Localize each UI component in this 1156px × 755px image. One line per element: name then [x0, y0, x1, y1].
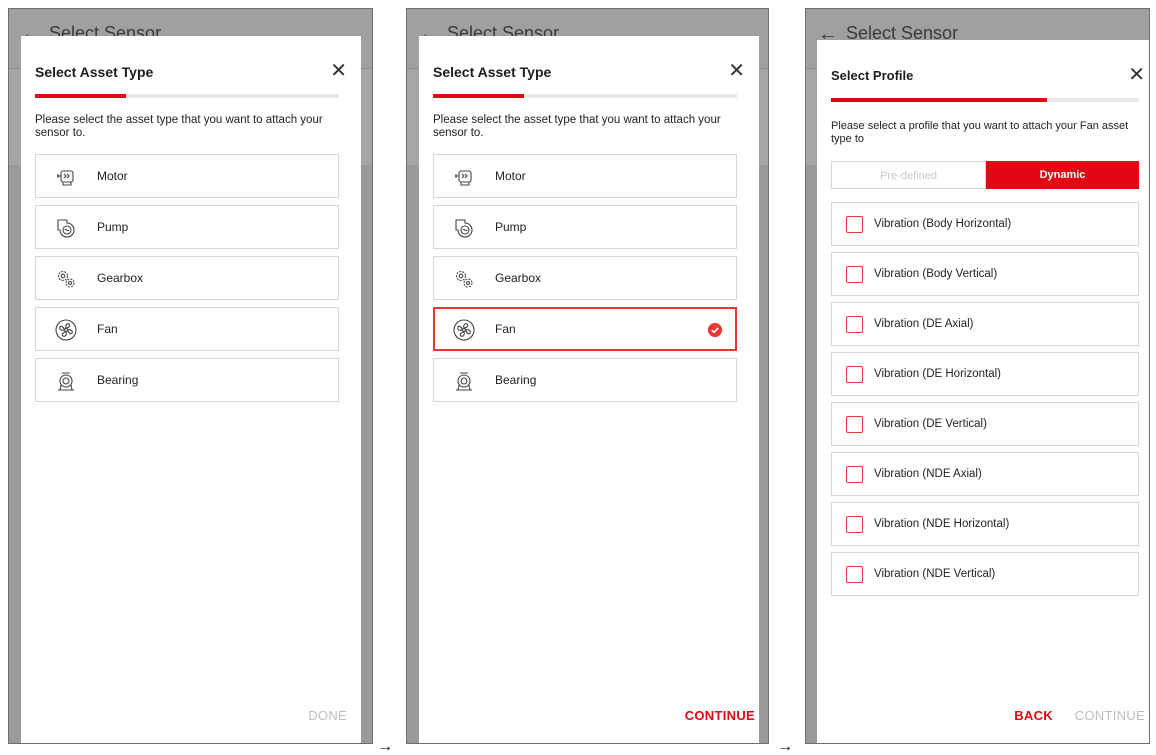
asset-item-label: Pump — [97, 220, 129, 234]
continue-button[interactable]: CONTINUE — [685, 708, 755, 723]
checkbox[interactable] — [846, 216, 863, 233]
profile-item[interactable]: Vibration (NDE Vertical) — [831, 552, 1139, 596]
checkbox[interactable] — [846, 566, 863, 583]
asset-type-dialog: Select Asset Type ✕ Please select the as… — [419, 36, 759, 743]
segment-dynamic[interactable]: Dynamic — [986, 161, 1139, 189]
continue-button[interactable]: CONTINUE — [1075, 708, 1145, 723]
profile-item[interactable]: Vibration (Body Horizontal) — [831, 202, 1139, 246]
profile-label: Vibration (DE Horizontal) — [874, 368, 1001, 380]
profile-item[interactable]: Vibration (DE Axial) — [831, 302, 1139, 346]
check-circle-icon — [708, 323, 722, 337]
step-progress-bar — [35, 94, 339, 98]
asset-item-label: Gearbox — [495, 271, 542, 285]
dialog-prompt: Please select the asset type that you wa… — [433, 114, 721, 139]
pump-icon — [57, 219, 75, 238]
asset-item-label: Bearing — [97, 373, 139, 387]
profile-dialog: Select Profile ✕ Please select a profile… — [817, 40, 1149, 743]
asset-item-motor[interactable]: Motor — [433, 154, 737, 198]
asset-item-motor[interactable]: Motor — [35, 154, 339, 198]
close-icon[interactable]: ✕ — [728, 58, 745, 83]
asset-item-label: Motor — [97, 169, 128, 183]
screen-3: ← Select Sensor Select Profile ✕ Please … — [805, 8, 1150, 744]
checkbox[interactable] — [846, 466, 863, 483]
screen-2: ← Select Sensor Select Asset Type ✕ Plea… — [406, 8, 769, 744]
dialog-prompt: Please select the asset type that you wa… — [35, 114, 323, 139]
motor-icon — [57, 170, 74, 186]
dialog-prompt: Please select a profile that you want to… — [831, 120, 1129, 145]
asset-item-label: Gearbox — [97, 271, 144, 285]
checkbox[interactable] — [846, 366, 863, 383]
progress-fill — [433, 94, 525, 98]
asset-item-label: Bearing — [495, 373, 537, 387]
profile-item[interactable]: Vibration (NDE Horizontal) — [831, 502, 1139, 546]
asset-type-dialog: Select Asset Type ✕ Please select the as… — [21, 36, 361, 743]
done-button[interactable]: DONE — [308, 708, 347, 723]
asset-type-list: Motor Pump Gearbox Fan Bearing — [433, 154, 737, 409]
motor-icon — [455, 170, 472, 186]
profile-label: Vibration (NDE Vertical) — [874, 568, 996, 580]
bearing-icon — [58, 372, 74, 391]
bearing-icon — [456, 372, 472, 391]
dialog-title: Select Profile — [831, 68, 914, 83]
fan-icon — [55, 319, 77, 341]
pump-icon — [455, 219, 473, 238]
flow-arrow: → — [777, 738, 793, 755]
asset-item-label: Fan — [495, 322, 516, 336]
screen-1: ← Select Sensor Select Asset Type ✕ Plea… — [8, 8, 373, 744]
profile-item[interactable]: Vibration (NDE Axial) — [831, 452, 1139, 496]
profile-label: Vibration (Body Vertical) — [874, 268, 998, 280]
profile-label: Vibration (Body Horizontal) — [874, 218, 1012, 230]
asset-item-pump[interactable]: Pump — [433, 205, 737, 249]
asset-item-gearbox[interactable]: Gearbox — [35, 256, 339, 300]
asset-item-label: Pump — [495, 220, 527, 234]
dialog-title: Select Asset Type — [433, 64, 552, 80]
asset-item-bearing[interactable]: Bearing — [433, 358, 737, 402]
profile-label: Vibration (DE Vertical) — [874, 418, 987, 430]
checkbox[interactable] — [846, 316, 863, 333]
profile-label: Vibration (NDE Horizontal) — [874, 518, 1010, 530]
close-icon[interactable]: ✕ — [330, 58, 347, 83]
asset-item-label: Motor — [495, 169, 526, 183]
flow-arrow: → — [377, 738, 393, 755]
asset-item-fan[interactable]: Fan — [433, 307, 737, 351]
gearbox-icon — [455, 270, 473, 288]
fan-icon — [453, 319, 475, 341]
profile-list: Vibration (Body Horizontal) Vibration (B… — [831, 202, 1139, 602]
step-progress-bar — [433, 94, 737, 98]
checkbox[interactable] — [846, 266, 863, 283]
step-progress-bar — [831, 98, 1139, 102]
gearbox-icon — [57, 270, 75, 288]
checkbox[interactable] — [846, 516, 863, 533]
progress-fill — [35, 94, 127, 98]
back-button[interactable]: BACK — [1014, 708, 1053, 723]
profile-type-toggle: Pre-defined Dynamic — [831, 161, 1139, 189]
asset-item-fan[interactable]: Fan — [35, 307, 339, 351]
profile-label: Vibration (NDE Axial) — [874, 468, 982, 480]
dialog-title: Select Asset Type — [35, 64, 154, 80]
profile-item[interactable]: Vibration (DE Horizontal) — [831, 352, 1139, 396]
asset-item-pump[interactable]: Pump — [35, 205, 339, 249]
asset-type-list: Motor Pump Gearbox Fan Bearing — [35, 154, 339, 409]
close-icon[interactable]: ✕ — [1128, 62, 1145, 87]
asset-item-label: Fan — [97, 322, 118, 336]
asset-item-gearbox[interactable]: Gearbox — [433, 256, 737, 300]
segment-pre-defined[interactable]: Pre-defined — [831, 161, 986, 189]
profile-item[interactable]: Vibration (DE Vertical) — [831, 402, 1139, 446]
progress-fill — [831, 98, 1047, 102]
profile-label: Vibration (DE Axial) — [874, 318, 974, 330]
profile-item[interactable]: Vibration (Body Vertical) — [831, 252, 1139, 296]
checkbox[interactable] — [846, 416, 863, 433]
asset-item-bearing[interactable]: Bearing — [35, 358, 339, 402]
